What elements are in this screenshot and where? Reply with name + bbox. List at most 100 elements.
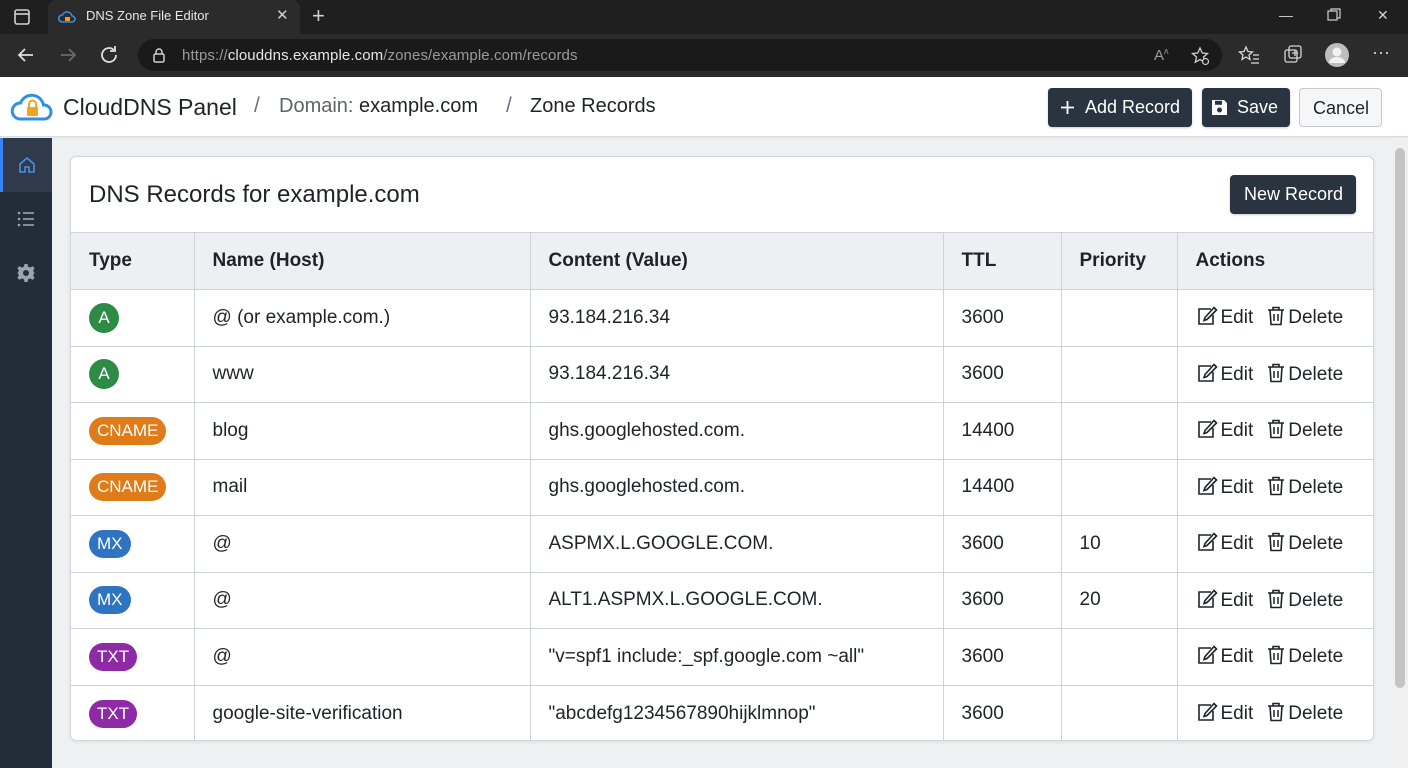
col-name-header[interactable]: Name (Host) [193, 232, 531, 290]
record-type-badge: A [89, 359, 119, 390]
app-header: CloudDNS Panel / Domain: example.com / Z… [0, 77, 1408, 137]
name-cell: @ [193, 628, 531, 686]
name-cell: blog [193, 402, 531, 460]
browser-tab[interactable]: DNS Zone File Editor ✕ [48, 0, 300, 34]
ttl-cell: 3600 [942, 345, 1062, 403]
delete-button[interactable]: Delete [1267, 476, 1343, 499]
delete-button[interactable]: Delete [1267, 702, 1343, 725]
content-cell: ghs.googlehosted.com. [529, 402, 944, 460]
record-type-badge: MX [89, 529, 131, 558]
col-type-header[interactable]: Type [71, 232, 195, 290]
table-header-row: Type Name (Host) Content (Value) TTL Pri… [71, 232, 1373, 290]
ttl-cell: 3600 [942, 628, 1062, 686]
new-tab-icon[interactable]: + [312, 4, 325, 28]
col-priority-header[interactable]: Priority [1060, 232, 1178, 290]
priority-cell [1060, 345, 1178, 403]
favorites-icon[interactable] [1238, 44, 1260, 66]
save-button[interactable]: Save [1202, 88, 1290, 127]
minimize-icon[interactable]: — [1279, 5, 1293, 25]
record-type-badge: MX [89, 586, 131, 615]
tab-actions-icon[interactable] [12, 7, 32, 27]
col-ttl-header[interactable]: TTL [942, 232, 1062, 290]
table-row: TXT @ "v=spf1 include:_spf.google.com ~all… [71, 628, 1373, 686]
cloud-lock-favicon-icon [58, 11, 76, 23]
edit-button[interactable]: Edit [1196, 476, 1253, 499]
tab-close-icon[interactable]: ✕ [276, 8, 289, 24]
address-bar[interactable]: https://clouddns.example.com/zones/examp… [138, 39, 1222, 71]
trash-icon [1268, 363, 1285, 383]
lock-icon[interactable] [152, 47, 166, 63]
delete-button[interactable]: Delete [1267, 363, 1343, 386]
content-cell: "abcdefg1234567890hijklmnop" [529, 684, 944, 740]
content-cell: 93.184.216.34 [529, 289, 944, 347]
ttl-cell: 14400 [942, 402, 1062, 460]
ttl-cell: 14400 [942, 458, 1062, 516]
breadcrumb-separator: / [254, 94, 260, 117]
trash-icon [1268, 645, 1285, 665]
col-content-header[interactable]: Content (Value) [529, 232, 944, 290]
edit-icon [1197, 532, 1218, 552]
profile-avatar-icon[interactable] [1324, 42, 1350, 68]
reload-icon[interactable] [97, 43, 121, 67]
delete-button[interactable]: Delete [1267, 419, 1343, 442]
edit-button[interactable]: Edit [1196, 702, 1253, 725]
cloud-lock-logo-icon [10, 93, 53, 121]
priority-cell [1060, 684, 1178, 740]
sidebar-item-records[interactable] [0, 194, 52, 244]
new-record-button[interactable]: New Record [1230, 175, 1356, 214]
edit-icon [1197, 645, 1218, 665]
edit-button[interactable]: Edit [1196, 645, 1253, 668]
record-type-badge: TXT [89, 699, 138, 728]
content-cell: ALT1.ASPMX.L.GOOGLE.COM. [529, 571, 944, 629]
breadcrumb-zone-records: Zone Records [530, 95, 656, 117]
breadcrumb-domain[interactable]: Domain: example.com [279, 95, 478, 118]
delete-button[interactable]: Delete [1267, 306, 1343, 329]
type-cell: MX [71, 515, 195, 573]
priority-cell [1060, 289, 1178, 347]
home-icon [19, 156, 35, 173]
actions-cell: Edit Delete [1176, 289, 1373, 347]
priority-cell [1060, 458, 1178, 516]
collections-icon[interactable] [1282, 44, 1304, 66]
restore-icon[interactable] [1327, 8, 1341, 22]
more-menu-icon[interactable]: ··· [1372, 42, 1394, 64]
tab-title: DNS Zone File Editor [86, 8, 209, 23]
priority-cell: 10 [1060, 515, 1178, 573]
back-icon[interactable] [14, 43, 38, 67]
ttl-cell: 3600 [942, 289, 1062, 347]
edit-button[interactable]: Edit [1196, 419, 1253, 442]
read-aloud-icon[interactable]: Aʌ [1154, 46, 1174, 66]
sidebar-item-settings[interactable] [0, 248, 52, 298]
edit-button[interactable]: Edit [1196, 306, 1253, 329]
priority-cell: 20 [1060, 571, 1178, 629]
actions-cell: Edit Delete [1176, 458, 1373, 516]
table-row: MX @ ASPMX.L.GOOGLE.COM. 3600 10 Edit Delete [71, 515, 1373, 573]
content-cell: 93.184.216.34 [529, 345, 944, 403]
type-cell: MX [71, 571, 195, 629]
name-cell: @ [193, 571, 531, 629]
content-cell: ghs.googlehosted.com. [529, 458, 944, 516]
scrollbar-thumb[interactable] [1395, 148, 1405, 688]
list-icon [17, 211, 34, 227]
edit-button[interactable]: Edit [1196, 532, 1253, 555]
record-type-badge: CNAME [89, 473, 167, 502]
edit-button[interactable]: Edit [1196, 589, 1253, 612]
trash-icon [1268, 306, 1285, 326]
priority-cell [1060, 402, 1178, 460]
actions-cell: Edit Delete [1176, 628, 1373, 686]
add-record-button[interactable]: Add Record [1048, 88, 1192, 127]
edit-icon [1197, 363, 1218, 382]
browser-tab-bar: DNS Zone File Editor ✕ + — ✕ [0, 0, 1408, 34]
favorite-add-icon[interactable] [1190, 46, 1210, 66]
window-close-icon[interactable]: ✕ [1377, 5, 1389, 25]
delete-button[interactable]: Delete [1267, 589, 1343, 612]
edit-button[interactable]: Edit [1196, 363, 1253, 386]
delete-button[interactable]: Delete [1267, 532, 1343, 555]
url-text: https://clouddns.example.com/zones/examp… [182, 47, 578, 64]
cancel-button[interactable]: Cancel [1299, 88, 1382, 127]
delete-button[interactable]: Delete [1267, 645, 1343, 668]
actions-cell: Edit Delete [1176, 571, 1373, 629]
forward-icon[interactable] [56, 43, 80, 67]
type-cell: A [71, 345, 195, 403]
sidebar-item-home[interactable] [0, 138, 52, 192]
